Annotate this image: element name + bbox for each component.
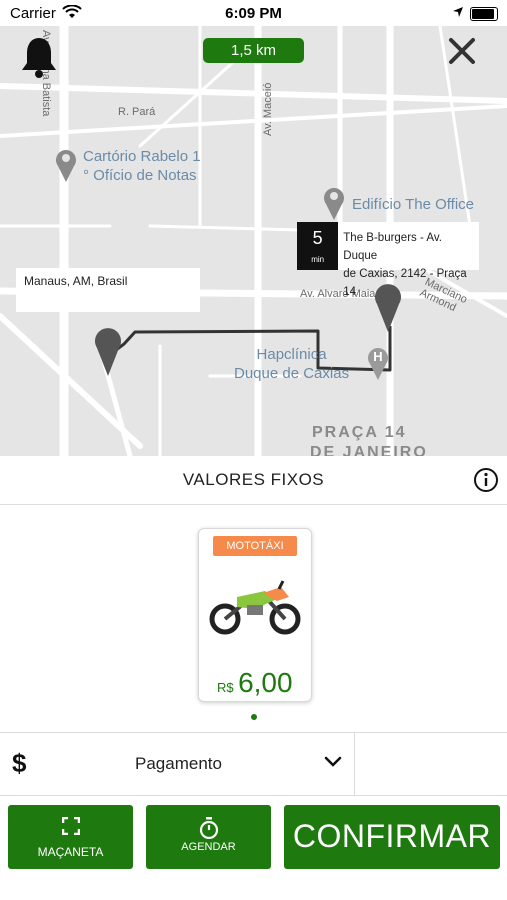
area-label: DE JANEIRO (310, 444, 428, 456)
origin-marker-icon[interactable] (94, 328, 122, 376)
confirmar-label: CONFIRMAR (292, 818, 492, 854)
price-value: 6,00 (238, 667, 293, 698)
agendar-button[interactable]: AGENDAR (146, 805, 271, 869)
poi-label: Edifício The Office (352, 196, 475, 213)
location-arrow-icon (452, 5, 464, 22)
divider (354, 733, 355, 795)
road-label: Av. Alvaro Maia (300, 288, 376, 300)
vehicle-type-tag: MOTOTÁXI (213, 536, 297, 556)
stopwatch-icon (146, 817, 271, 839)
vehicle-card-mototaxi[interactable]: MOTOTÁXI R$ 6,00 (198, 528, 312, 702)
currency-symbol: R$ (217, 680, 234, 695)
area-label: PRAÇA 14 (312, 424, 407, 441)
payment-label: Pagamento (135, 754, 222, 773)
poi-label: Hapclínica Duque de Caxias (234, 346, 350, 382)
battery-icon (470, 7, 498, 21)
eta-badge: 5 min (297, 222, 339, 270)
info-icon[interactable] (473, 467, 499, 498)
eta-value: 5 (312, 228, 323, 248)
expand-icon (8, 817, 133, 835)
chevron-down-icon (324, 755, 342, 773)
poi-label: Cartório Rabelo 1 ° Ofício de Notas (83, 148, 201, 184)
fare-price: R$ 6,00 (217, 667, 293, 699)
eta-unit: min (311, 255, 325, 264)
road-label: R. Pará (118, 106, 156, 118)
agendar-label: AGENDAR (181, 841, 236, 853)
origin-label[interactable]: Manaus, AM, Brasil (16, 268, 200, 312)
clock: 6:09 PM (225, 5, 282, 22)
fare-section-header: VALORES FIXOS (0, 456, 507, 505)
macaneta-button[interactable]: MAÇANETA (8, 805, 133, 869)
dollar-icon: $ (12, 748, 27, 778)
road-label: Av. Maceió (262, 82, 274, 136)
poi-pin-icon[interactable] (54, 146, 78, 182)
motorcycle-icon (209, 580, 301, 635)
confirmar-button[interactable]: CONFIRMAR (284, 805, 500, 869)
destination-marker-icon[interactable] (374, 284, 402, 332)
macaneta-label: MAÇANETA (37, 845, 104, 859)
status-bar: Carrier 6:09 PM (0, 0, 507, 26)
page-indicator-dot[interactable] (251, 714, 257, 720)
hospital-pin-icon[interactable]: H (366, 344, 390, 380)
close-icon[interactable] (447, 36, 477, 66)
destination-callout[interactable]: 5 min The B-burgers - Av. Duque de Caxia… (297, 222, 479, 298)
distance-badge: 1,5 km (203, 38, 304, 63)
bell-icon[interactable] (20, 36, 58, 78)
section-title: VALORES FIXOS (182, 470, 325, 489)
poi-pin-icon[interactable] (322, 184, 346, 220)
destination-address: The B-burgers - Av. Duque de Caxias, 214… (343, 232, 467, 298)
payment-selector[interactable]: $ Pagamento (0, 732, 507, 796)
svg-text:H: H (373, 349, 382, 364)
